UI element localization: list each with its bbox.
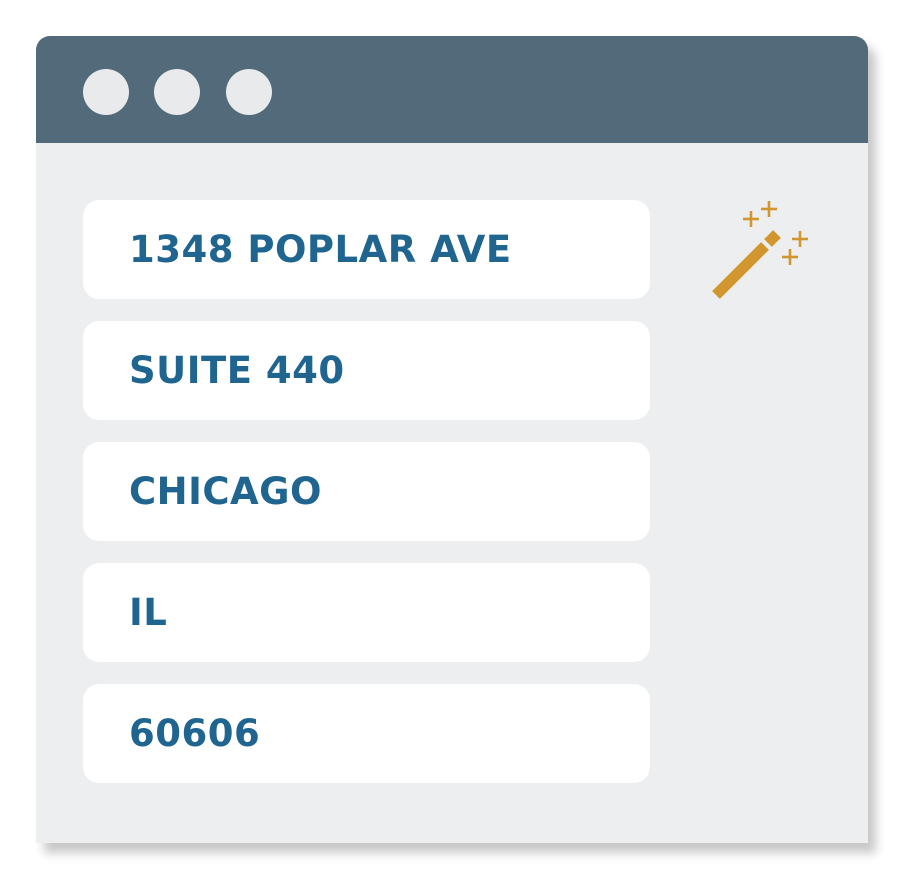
city-field[interactable]: CHICAGO (83, 442, 650, 541)
window-control-dot-1[interactable] (83, 69, 129, 115)
magic-wand-icon[interactable] (704, 196, 820, 306)
browser-window: 1348 POPLAR AVE SUITE 440 CHICAGO IL 606… (36, 36, 868, 843)
zip-value: 60606 (129, 712, 261, 755)
city-value: CHICAGO (129, 470, 322, 513)
title-bar (36, 36, 868, 143)
zip-field[interactable]: 60606 (83, 684, 650, 783)
window-control-dot-2[interactable] (154, 69, 200, 115)
address-line-2-field[interactable]: SUITE 440 (83, 321, 650, 420)
address-line-2-value: SUITE 440 (129, 349, 345, 392)
address-line-1-value: 1348 POPLAR AVE (129, 228, 512, 271)
window-control-dot-3[interactable] (226, 69, 272, 115)
address-line-1-field[interactable]: 1348 POPLAR AVE (83, 200, 650, 299)
state-field[interactable]: IL (83, 563, 650, 662)
state-value: IL (129, 591, 168, 634)
